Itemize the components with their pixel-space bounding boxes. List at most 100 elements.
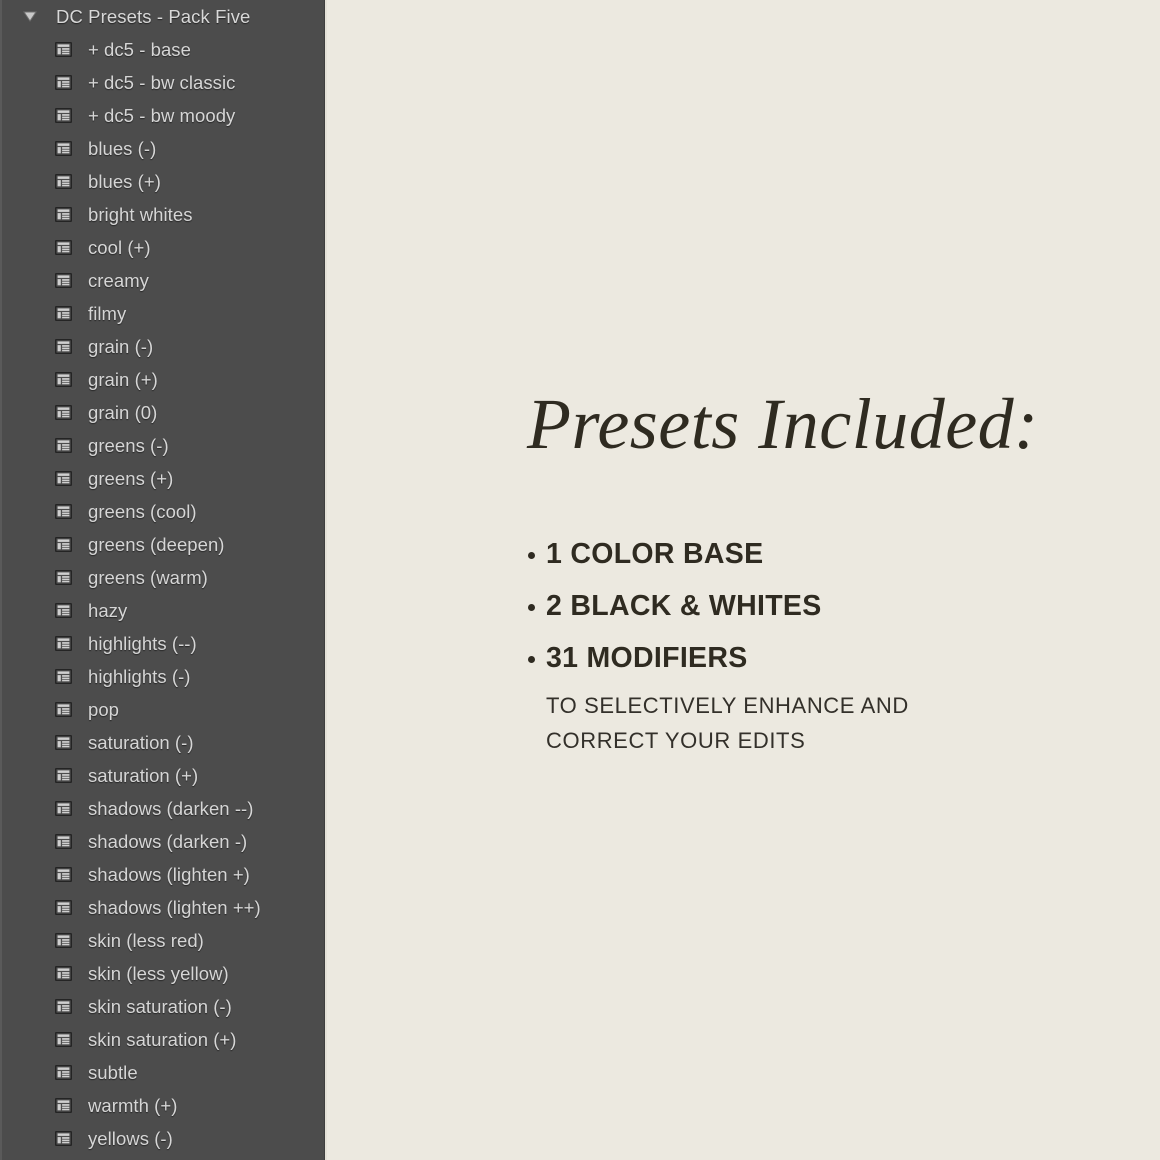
list-item-label: 1 COLOR BASE	[546, 538, 764, 570]
preset-list-item-label: shadows (darken --)	[88, 797, 254, 819]
preset-list-item-label: creamy	[88, 269, 149, 291]
modifiers-description-line-1: TO SELECTIVELY ENHANCE AND	[546, 692, 909, 718]
triangle-down-icon[interactable]	[22, 0, 38, 33]
preset-table-icon	[55, 141, 72, 156]
preset-list-item-label: filmy	[88, 302, 127, 324]
preset-list-item-label: warmth (+)	[88, 1094, 178, 1116]
preset-table-icon	[55, 669, 72, 684]
preset-table-icon	[55, 438, 72, 453]
list-item: 31 MODIFIERS	[528, 641, 1088, 674]
presets-sidebar-panel: DC Presets - Pack Five + dc5 - base + dc5…	[0, 0, 325, 1160]
preset-table-icon	[55, 834, 72, 849]
preset-list-item[interactable]: greens (warm)	[0, 561, 325, 594]
preset-table-icon	[55, 537, 72, 552]
preset-list-item-label: shadows (darken -)	[88, 830, 248, 852]
preset-group-title: DC Presets - Pack Five	[56, 5, 251, 27]
list-item-label: 31 MODIFIERS	[546, 641, 748, 674]
preset-list-item[interactable]: warmth (+)	[0, 1089, 325, 1122]
preset-list-item[interactable]: highlights (--)	[0, 627, 325, 660]
preset-list-item-label: bright whites	[88, 203, 193, 225]
preset-list-item-label: cool (+)	[88, 236, 151, 258]
preset-list-item-label: hazy	[88, 599, 128, 621]
preset-list-item[interactable]: blues (-)	[0, 132, 325, 165]
preset-list-item[interactable]: greens (deepen)	[0, 528, 325, 561]
bullet-dot-icon	[528, 597, 546, 614]
preset-table-icon	[55, 108, 72, 123]
preset-list-item-label: grain (0)	[88, 401, 158, 423]
preset-list-item[interactable]: blues (+)	[0, 165, 325, 198]
preset-table-icon	[55, 207, 72, 222]
preset-list-item-label: grain (-)	[88, 335, 154, 357]
preset-list-item-label: skin saturation (-)	[88, 995, 232, 1017]
preset-table-icon	[55, 801, 72, 816]
preset-table-icon	[55, 504, 72, 519]
preset-list-item[interactable]: shadows (lighten +)	[0, 858, 325, 891]
preset-table-icon	[55, 174, 72, 189]
preset-list-item[interactable]: creamy	[0, 264, 325, 297]
preset-list-item[interactable]: pop	[0, 693, 325, 726]
preset-list-item[interactable]: cool (+)	[0, 231, 325, 264]
list-item: 1 COLOR BASE	[528, 538, 1088, 570]
preset-list-item[interactable]: bright whites	[0, 198, 325, 231]
preset-list-item[interactable]: yellows (-)	[0, 1122, 325, 1155]
preset-list-item[interactable]: greens (cool)	[0, 495, 325, 528]
preset-list-item[interactable]: subtle	[0, 1056, 325, 1089]
preset-table-icon	[55, 1065, 72, 1080]
preset-table-icon	[55, 999, 72, 1014]
preset-group-header[interactable]: DC Presets - Pack Five	[0, 0, 325, 33]
preset-list-item-label: shadows (lighten +)	[88, 863, 250, 885]
preset-list-item[interactable]: hazy	[0, 594, 325, 627]
preset-list-item[interactable]: skin saturation (-)	[0, 990, 325, 1023]
preset-list-item[interactable]: shadows (lighten ++)	[0, 891, 325, 924]
preset-list-item[interactable]: greens (-)	[0, 429, 325, 462]
bullet-dot-icon	[528, 649, 546, 666]
preset-list-item[interactable]: shadows (darken -)	[0, 825, 325, 858]
preset-list-item[interactable]: skin (less red)	[0, 924, 325, 957]
preset-table-icon	[55, 867, 72, 882]
preset-list-item-label: highlights (-)	[88, 665, 191, 687]
preset-list-item-label: blues (+)	[88, 170, 161, 192]
preset-list-item[interactable]: highlights (-)	[0, 660, 325, 693]
preset-list-item-label: + dc5 - base	[88, 38, 191, 60]
preset-table-icon	[55, 1032, 72, 1047]
preset-table-icon	[55, 1098, 72, 1113]
preset-list-item[interactable]: grain (+)	[0, 363, 325, 396]
included-items-list: 1 COLOR BASE 2 BLACK & WHITES 31 MODIFIE…	[528, 538, 1088, 759]
preset-table-icon	[55, 1131, 72, 1146]
preset-list-item-label: skin saturation (+)	[88, 1028, 237, 1050]
preset-list-item[interactable]: grain (-)	[0, 330, 325, 363]
preset-table-icon	[55, 768, 72, 783]
preset-list-item[interactable]: skin (less yellow)	[0, 957, 325, 990]
preset-list-item-label: greens (cool)	[88, 500, 197, 522]
list-item: 2 BLACK & WHITES	[528, 591, 1088, 622]
preset-list-item-label: shadows (lighten ++)	[88, 896, 261, 918]
preset-list-item[interactable]: greens (+)	[0, 462, 325, 495]
preset-table-icon	[55, 900, 72, 915]
preset-list-item-label: highlights (--)	[88, 632, 197, 654]
preset-table-icon	[55, 42, 72, 57]
preset-list-item-label: subtle	[88, 1061, 138, 1083]
preset-list-item[interactable]: skin saturation (+)	[0, 1023, 325, 1056]
preset-list-item-label: + dc5 - bw classic	[88, 71, 236, 93]
preset-table-icon	[55, 306, 72, 321]
preset-list-item-label: greens (-)	[88, 434, 169, 456]
preset-table-icon	[55, 273, 72, 288]
preset-list-item[interactable]: + dc5 - base	[0, 33, 325, 66]
preset-pack-promo-layout: DC Presets - Pack Five + dc5 - base + dc5…	[0, 0, 1160, 1160]
preset-list-item-label: yellows (-)	[88, 1127, 173, 1149]
preset-list-item-label: skin (less yellow)	[88, 962, 229, 984]
preset-list-item[interactable]: + dc5 - bw classic	[0, 66, 325, 99]
page-title: Presets Included:	[527, 384, 1039, 464]
preset-list-item[interactable]: filmy	[0, 297, 325, 330]
preset-table-icon	[55, 702, 72, 717]
preset-list-item[interactable]: shadows (darken --)	[0, 792, 325, 825]
preset-table-icon	[55, 75, 72, 90]
preset-list-item[interactable]: + dc5 - bw moody	[0, 99, 325, 132]
preset-list-item[interactable]: saturation (-)	[0, 726, 325, 759]
preset-table-icon	[55, 240, 72, 255]
preset-list-item-label: saturation (-)	[88, 731, 194, 753]
preset-list-item-label: pop	[88, 698, 120, 720]
preset-table-icon	[55, 339, 72, 354]
preset-list-item[interactable]: saturation (+)	[0, 759, 325, 792]
preset-list-item[interactable]: grain (0)	[0, 396, 325, 429]
